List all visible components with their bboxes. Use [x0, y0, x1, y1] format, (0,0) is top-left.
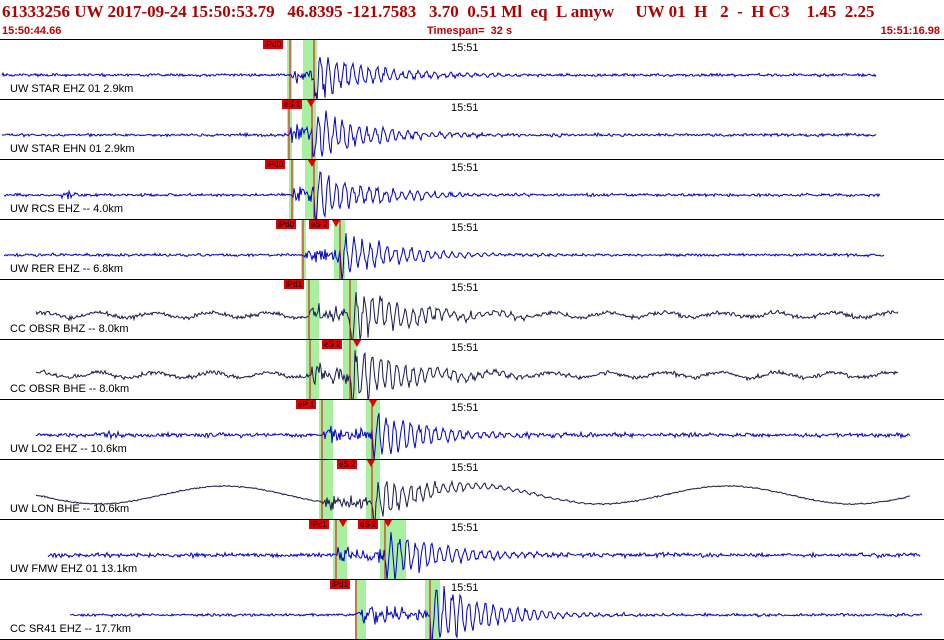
phase-pick-flag[interactable]: iPd0	[265, 160, 286, 169]
pick-marker-icon[interactable]	[332, 220, 340, 227]
seismogram-trace	[47, 532, 921, 579]
phase-pick-flag[interactable]: iPc1	[309, 520, 329, 529]
minute-label: 15:51	[451, 222, 479, 234]
trace-panel[interactable]: 15:51 UW LON BHE -- 10.6km eS 2	[0, 460, 944, 520]
seismogram-trace	[35, 350, 899, 399]
station-label: UW LO2 EHZ -- 10.6km	[10, 443, 127, 455]
seismogram-trace	[3, 233, 885, 279]
start-time: 15:50:44.66	[2, 25, 62, 37]
event-summary: 61333256 UW 2017-09-24 15:50:53.79 46.83…	[2, 2, 875, 21]
trace-panel[interactable]: 15:51 CC SR41 EHZ -- 17.7km iPd1	[0, 580, 944, 640]
seismogram-trace	[35, 292, 899, 339]
timespan: Timespan= 32 s	[427, 25, 513, 37]
phase-window	[319, 460, 333, 519]
phase-pick-flag[interactable]: iPd1	[330, 580, 351, 589]
phase-pick-flag[interactable]: eP 1	[296, 400, 317, 409]
trace-panel[interactable]: 15:51 CC OBSR BHE -- 8.0km eS 2	[0, 340, 944, 400]
phase-pick-flag[interactable]: eS 2	[358, 520, 379, 529]
minute-label: 15:51	[451, 462, 479, 474]
phase-pick-flag[interactable]: iPd0	[276, 220, 297, 229]
phase-pick-flag[interactable]: iPd1	[284, 280, 305, 289]
pick-marker-icon[interactable]	[339, 520, 347, 527]
phase-pick-flag[interactable]: eS 2	[337, 460, 358, 469]
phase-window	[302, 100, 316, 159]
station-label: UW RER EHZ -- 6.8km	[10, 263, 124, 275]
phase-pick-flag[interactable]: iPd0	[263, 40, 284, 49]
minute-label: 15:51	[451, 282, 479, 294]
minute-label: 15:51	[451, 42, 479, 54]
minute-label: 15:51	[451, 402, 479, 414]
phase-pick-flag[interactable]: eS 2	[309, 220, 330, 229]
station-label: CC SR41 EHZ -- 17.7km	[10, 623, 132, 635]
seismogram-trace	[35, 413, 911, 459]
trace-panel[interactable]: 15:51 UW RER EHZ -- 6.8km iPd0 eS 2	[0, 220, 944, 280]
phase-window	[355, 580, 366, 639]
pick-marker-icon[interactable]	[367, 460, 375, 467]
station-label: UW FMW EHZ 01 13.1km	[10, 563, 138, 575]
pick-marker-icon[interactable]	[353, 340, 361, 347]
station-label: UW RCS EHZ -- 4.0km	[10, 203, 124, 215]
phase-pick-flag[interactable]: eS 1	[282, 100, 303, 109]
end-time: 15:51:16.98	[880, 25, 940, 37]
trace-panel[interactable]: 15:51 UW RCS EHZ -- 4.0km iPd0	[0, 160, 944, 220]
trace-panel[interactable]: 15:51 UW STAR EHN 01 2.9km eS 1	[0, 100, 944, 160]
minute-label: 15:51	[451, 342, 479, 354]
phase-pick-flag[interactable]: eS 2	[322, 340, 343, 349]
phase-window	[306, 280, 319, 339]
minute-label: 15:51	[451, 162, 479, 174]
trace-panel[interactable]: 15:51 CC OBSR BHZ -- 8.0km iPd1	[0, 280, 944, 340]
minute-label: 15:51	[451, 582, 479, 594]
pick-marker-icon[interactable]	[384, 520, 392, 527]
minute-label: 15:51	[451, 522, 479, 534]
trace-panel[interactable]: 15:51 UW LO2 EHZ -- 10.6km eP 1	[0, 400, 944, 460]
seismogram-trace	[35, 479, 911, 519]
seismogram-panels: 15:51 UW STAR EHZ 01 2.9km iPd0 15:51 UW…	[0, 40, 944, 640]
station-label: CC OBSR BHE -- 8.0km	[10, 383, 130, 395]
station-label: UW LON BHE -- 10.6km	[10, 503, 130, 515]
pick-marker-icon[interactable]	[308, 160, 316, 167]
station-label: UW STAR EHN 01 2.9km	[10, 143, 135, 155]
seismogram-trace	[69, 585, 923, 639]
pick-marker-icon[interactable]	[307, 100, 315, 107]
event-header: 61333256 UW 2017-09-24 15:50:53.79 46.83…	[0, 0, 944, 40]
minute-label: 15:51	[451, 102, 479, 114]
seismogram-trace	[3, 171, 881, 219]
station-label: UW STAR EHZ 01 2.9km	[10, 83, 134, 95]
phase-window	[305, 160, 318, 219]
station-label: CC OBSR BHZ -- 8.0km	[10, 323, 129, 335]
trace-panel[interactable]: 15:51 UW FMW EHZ 01 13.1km iPc1 eS 2	[0, 520, 944, 580]
pick-marker-icon[interactable]	[369, 400, 377, 407]
trace-panel[interactable]: 15:51 UW STAR EHZ 01 2.9km iPd0	[0, 40, 944, 100]
